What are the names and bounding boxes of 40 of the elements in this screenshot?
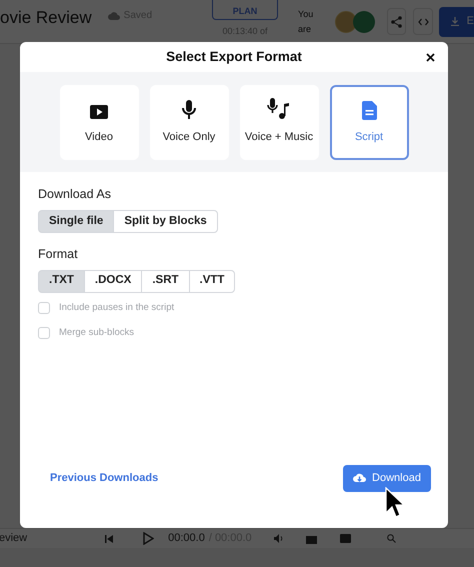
checkbox-label: Include pauses in the script bbox=[59, 300, 174, 314]
format-card[interactable]: Video bbox=[60, 84, 138, 160]
microphone-music-note-icon bbox=[267, 98, 291, 120]
cloud-download-icon bbox=[353, 473, 366, 484]
volume-icon bbox=[274, 534, 284, 543]
segment-option[interactable]: .DOCX bbox=[84, 270, 142, 292]
document-icon bbox=[362, 101, 376, 120]
segment-option[interactable]: .VTT bbox=[188, 270, 236, 292]
zoom-icon bbox=[386, 534, 396, 543]
close-button[interactable] bbox=[424, 51, 436, 63]
download-icon bbox=[450, 17, 459, 26]
checkbox-label: Merge sub-blocks bbox=[59, 326, 134, 340]
share-icon bbox=[391, 16, 402, 28]
dialog-title: Select Export Format bbox=[166, 48, 302, 66]
avatar bbox=[335, 10, 358, 32]
segment-option[interactable]: .TXT bbox=[38, 270, 85, 292]
segment-option[interactable]: Split by Blocks bbox=[113, 210, 218, 233]
project-title: ovie Review bbox=[0, 6, 92, 29]
segment-option[interactable]: .SRT bbox=[141, 270, 190, 292]
play-icon bbox=[143, 532, 154, 545]
current-time: 00:00.0 bbox=[168, 531, 205, 546]
avatar bbox=[353, 10, 376, 32]
format-card[interactable]: Voice Only bbox=[150, 84, 228, 160]
share-button[interactable] bbox=[387, 8, 406, 35]
segment-option[interactable]: Single file bbox=[38, 210, 114, 233]
skip-back-icon bbox=[105, 534, 114, 542]
format-card[interactable]: Voice + Music bbox=[240, 84, 318, 160]
cloud-icon bbox=[108, 12, 120, 20]
video-play-icon bbox=[90, 104, 108, 120]
microphone-icon bbox=[182, 100, 196, 120]
download-button[interactable]: Download bbox=[343, 465, 431, 492]
code-icon bbox=[418, 18, 429, 26]
close-icon bbox=[426, 52, 434, 62]
section-label: Download As bbox=[38, 186, 112, 203]
presence-label: are bbox=[298, 22, 312, 36]
presence-label: You bbox=[298, 8, 314, 20]
section-label: Format bbox=[38, 246, 79, 263]
format-card[interactable]: Script bbox=[330, 84, 408, 160]
previous-downloads-link[interactable]: Previous Downloads bbox=[50, 470, 158, 487]
embed-button[interactable] bbox=[413, 8, 433, 35]
